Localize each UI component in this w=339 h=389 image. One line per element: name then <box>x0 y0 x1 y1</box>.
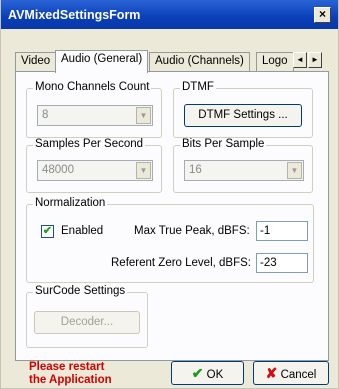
restart-warning: Please restart the Application <box>29 361 112 387</box>
close-button[interactable]: × <box>314 7 331 23</box>
cancel-button[interactable]: ✘ Cancel <box>253 361 329 385</box>
tab-logo[interactable]: Logo <box>256 52 294 72</box>
ref-zero-label: Referent Zero Level, dBFS: <box>111 257 251 269</box>
decoder-button[interactable]: Decoder... <box>34 311 140 334</box>
chevron-down-icon: ▼ <box>287 162 302 179</box>
tab-audio-channels-label: Audio (Channels) <box>155 55 244 67</box>
surcode-legend: SurCode Settings <box>33 285 128 297</box>
max-peak-label: Max True Peak, dBFS: <box>134 225 250 237</box>
chevron-down-icon: ▼ <box>136 107 151 124</box>
tab-video[interactable]: Video <box>15 52 57 72</box>
bits-legend: Bits Per Sample <box>180 138 267 150</box>
bits-group: Bits Per Sample 16 ▼ <box>173 138 313 193</box>
normalization-legend: Normalization <box>33 197 108 209</box>
tab-audio-channels[interactable]: Audio (Channels) <box>149 52 250 72</box>
restart-warning-line2: the Application <box>29 374 112 386</box>
arrow-left-icon: ◄ <box>296 55 304 64</box>
ok-label: OK <box>206 369 224 381</box>
chevron-down-icon: ▼ <box>136 162 151 179</box>
tab-logo-label: Logo <box>262 55 288 67</box>
bits-select[interactable]: 16 ▼ <box>184 160 304 181</box>
normalization-group: Normalization ✔ Enabled Max True Peak, d… <box>26 197 314 283</box>
bits-value: 16 <box>189 164 202 176</box>
samples-group: Samples Per Second 48000 ▼ <box>26 138 162 193</box>
mono-channels-legend: Mono Channels Count <box>33 81 152 93</box>
samples-legend: Samples Per Second <box>33 138 146 150</box>
checkmark-icon: ✔ <box>191 365 204 381</box>
tab-audio-general-label: Audio (General) <box>61 53 143 65</box>
tab-audio-general[interactable]: Audio (General) <box>55 50 149 73</box>
tab-strip: Video Audio (General) Audio (Channels) L… <box>15 50 327 73</box>
dtmf-settings-button[interactable]: DTMF Settings ... <box>184 104 302 127</box>
decoder-label: Decoder... <box>60 316 114 328</box>
title-bar[interactable]: AVMixedSettingsForm × <box>1 0 338 29</box>
cancel-label: Cancel <box>280 369 317 381</box>
dtmf-settings-label: DTMF Settings ... <box>198 109 288 121</box>
tab-scroll-left-button[interactable]: ◄ <box>293 52 307 68</box>
surcode-group: SurCode Settings Decoder... <box>26 285 148 348</box>
tab-panel-audio-general: Mono Channels Count 8 ▼ DTMF DTMF Settin… <box>15 71 329 361</box>
settings-window: AVMixedSettingsForm × Video Audio (Gener… <box>0 0 339 389</box>
mono-channels-group: Mono Channels Count 8 ▼ <box>26 81 162 138</box>
samples-select[interactable]: 48000 ▼ <box>37 160 153 181</box>
checkmark-icon: ✔ <box>42 225 53 237</box>
normalization-enabled-checkbox[interactable]: ✔ <box>41 225 54 238</box>
dtmf-legend: DTMF <box>180 81 216 93</box>
restart-warning-line1: Please restart <box>29 361 105 373</box>
cross-icon: ✘ <box>265 365 278 381</box>
tab-scroll-right-button[interactable]: ► <box>308 52 322 68</box>
mono-channels-select[interactable]: 8 ▼ <box>37 105 153 126</box>
window-title: AVMixedSettingsForm <box>8 8 141 22</box>
arrow-right-icon: ► <box>311 55 319 64</box>
dtmf-group: DTMF DTMF Settings ... <box>173 81 313 138</box>
close-icon: × <box>318 7 326 21</box>
tab-video-label: Video <box>21 55 51 67</box>
samples-value: 48000 <box>42 164 74 176</box>
ok-button[interactable]: ✔ OK <box>171 361 244 385</box>
ref-zero-input[interactable] <box>256 253 308 273</box>
max-peak-input[interactable] <box>256 221 308 241</box>
mono-channels-value: 8 <box>42 109 49 121</box>
normalization-enabled-label: Enabled <box>61 225 104 237</box>
